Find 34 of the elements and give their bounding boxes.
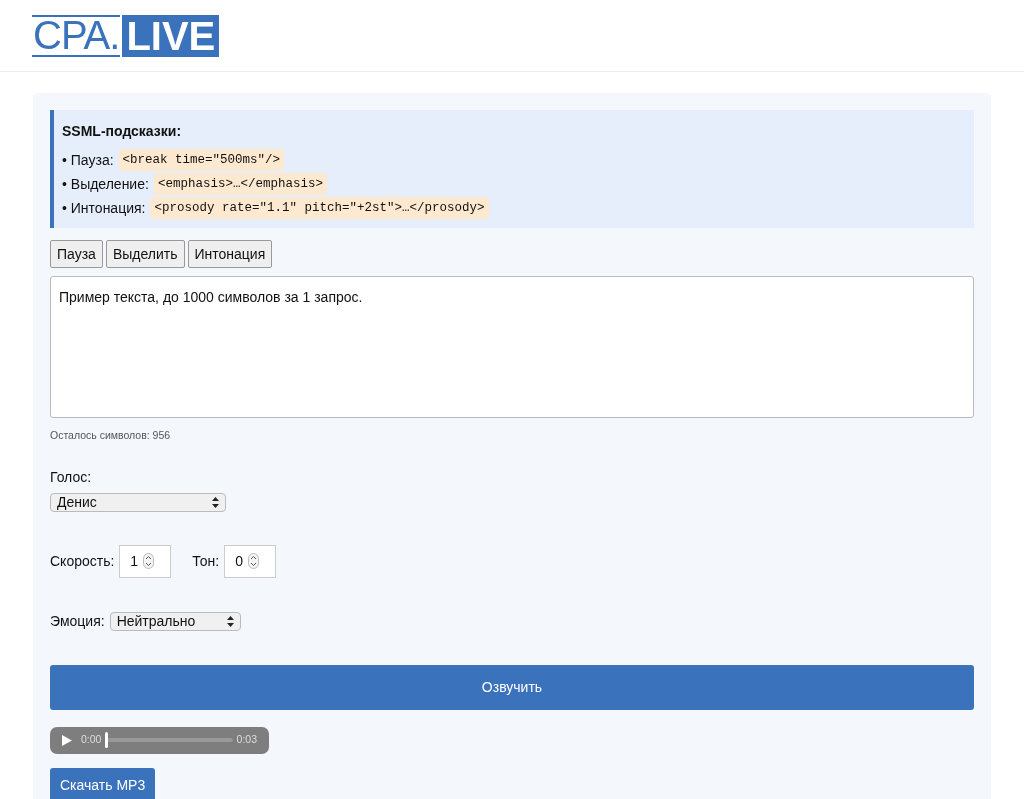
code-snippet: <emphasis>…</emphasis> [153, 172, 327, 196]
emotion-label: Эмоция: [50, 611, 105, 631]
logo-badge: LIVE [122, 14, 220, 57]
play-icon[interactable] [62, 734, 72, 746]
dropdown-caret-icon [226, 615, 234, 627]
code-snippet: <break time="500ms"/> [118, 148, 285, 172]
insert-tag-button[interactable]: Интонация [187, 240, 273, 268]
pitch-label: Тон: [192, 551, 220, 571]
speak-button[interactable]: Озвучить [50, 664, 974, 710]
voice-select[interactable]: Денис [50, 492, 226, 512]
emotion-select[interactable]: Нейтрально [109, 611, 241, 631]
hint-label: • Интонация: [62, 198, 146, 218]
pitch-input[interactable]: 0 [224, 544, 277, 578]
insert-tag-button[interactable]: Пауза [50, 240, 103, 268]
voice-label: Голос: [50, 467, 92, 487]
code-snippet: <prosody rate="1.1" pitch="+2st">…</prosody> [150, 196, 489, 220]
dropdown-caret-icon [212, 496, 219, 508]
logo[interactable]: CPA. LIVE [32, 14, 220, 57]
hint-label: • Пауза: [62, 150, 114, 170]
character-counter: Осталось символов: 956 [50, 428, 172, 443]
hint-title: SSML-подсказки: [62, 122, 183, 141]
insert-tag-button[interactable]: Выделить [105, 240, 185, 268]
text-input[interactable]: Пример текста, до 1000 символов за 1 запрос. [50, 276, 974, 418]
current-time: 0:00 [81, 732, 102, 748]
spinner-icon [143, 553, 155, 570]
logo-text: CPA. [32, 14, 121, 57]
speed-label: Скорость: [50, 551, 115, 571]
seek-thumb[interactable] [105, 732, 109, 749]
duration-time: 0:03 [236, 732, 257, 748]
speed-input[interactable]: 1 [119, 544, 172, 578]
spinner-icon [248, 553, 260, 570]
hint-label: • Выделение: [62, 174, 149, 194]
seek-track[interactable] [105, 732, 233, 749]
download-button[interactable]: Скачать MP3 [50, 767, 156, 799]
